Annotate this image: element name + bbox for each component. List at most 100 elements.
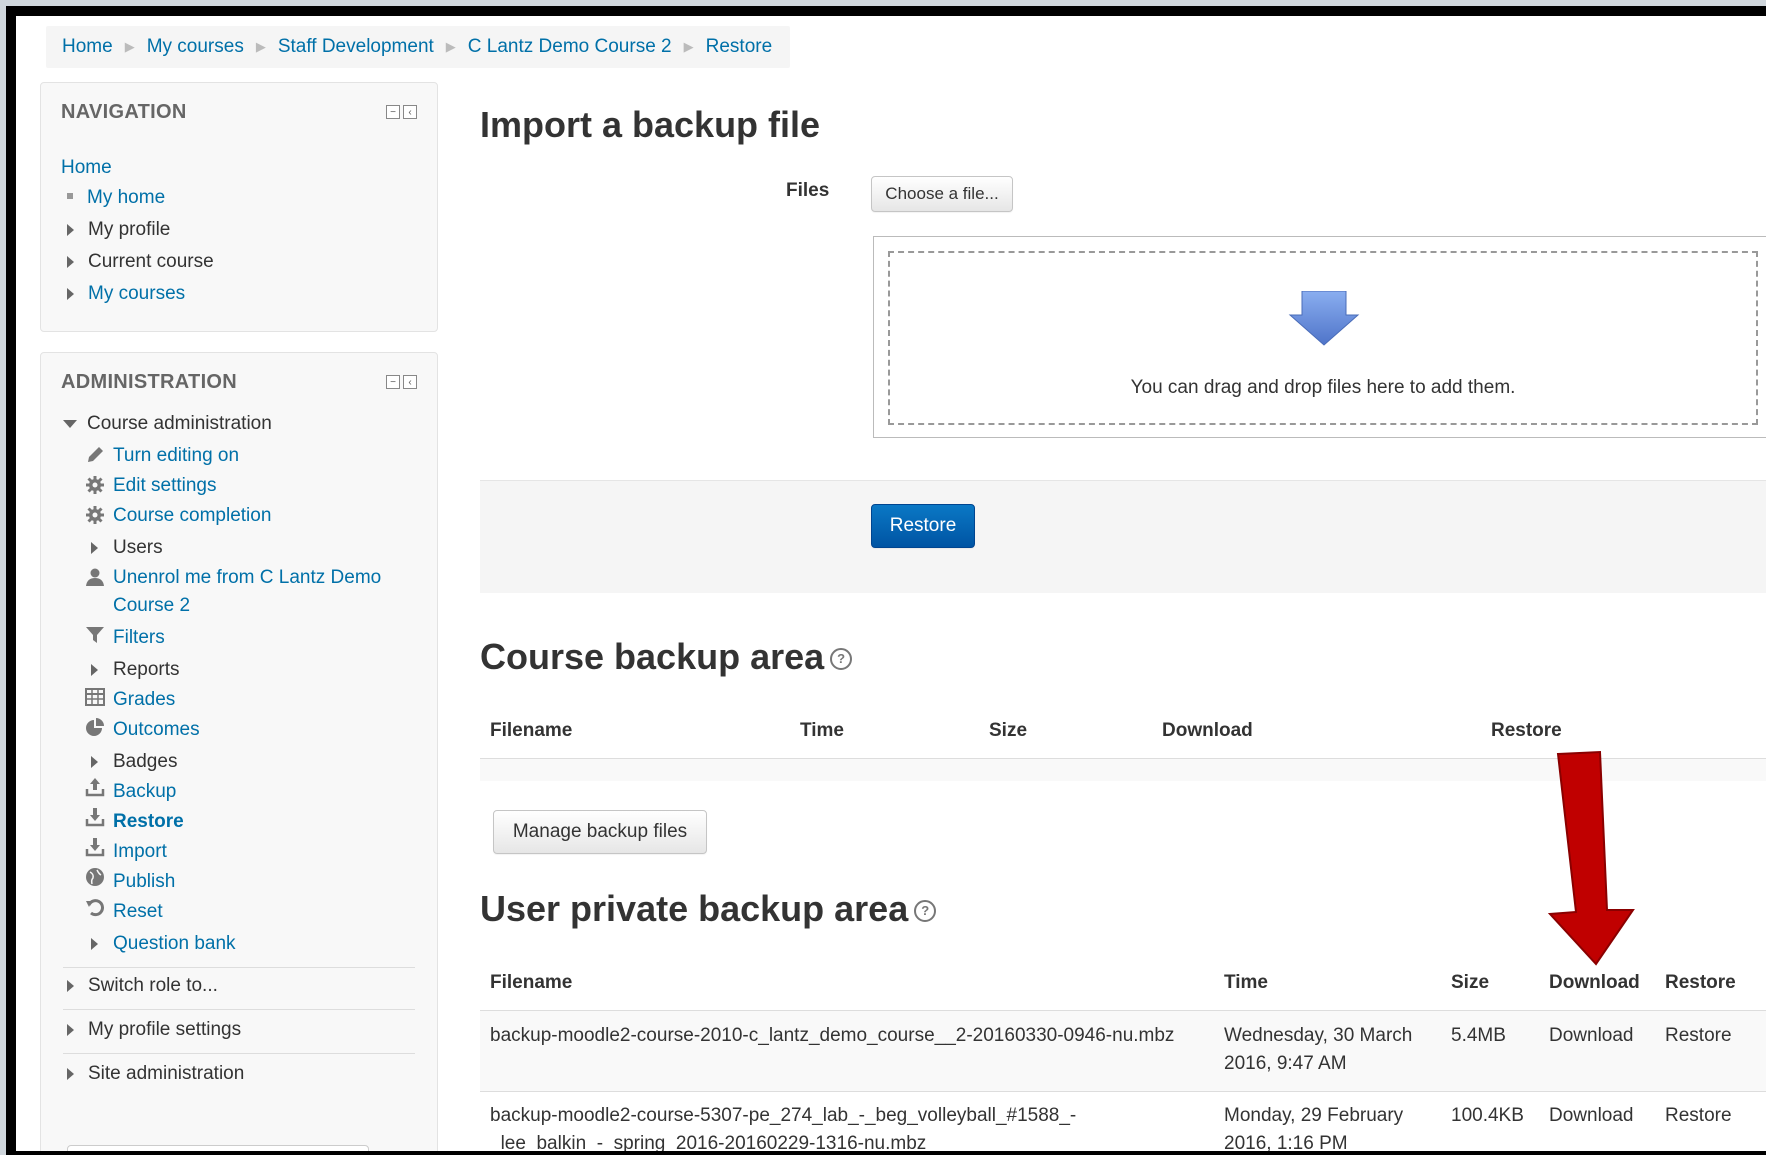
nav-item-label: Current course <box>88 251 214 272</box>
nav-item-label[interactable]: My home <box>87 187 165 208</box>
admin-turn-editing-on[interactable]: Turn editing on <box>113 445 239 467</box>
expand-arrow-icon[interactable] <box>67 287 74 300</box>
course-administration[interactable]: Course administration <box>63 413 272 435</box>
breadcrumb-separator-icon: ▶ <box>683 39 694 54</box>
collapse-icon[interactable]: − <box>386 375 400 389</box>
breadcrumb: Home ▶ My courses ▶ Staff Development ▶ … <box>46 26 791 68</box>
switch-role[interactable]: Switch role to... <box>67 975 218 997</box>
help-icon[interactable]: ? <box>914 900 937 923</box>
dropzone-inner[interactable]: You can drag and drop files here to add … <box>888 251 1758 425</box>
admin-search-input[interactable] <box>67 1145 369 1151</box>
collapse-icon[interactable]: − <box>386 105 400 119</box>
user-icon <box>86 568 104 586</box>
row-time: Wednesday, 30 March <box>1224 1025 1413 1046</box>
nav-item-current-course[interactable]: Current course <box>67 251 214 273</box>
administration-title: ADMINISTRATION <box>61 371 238 393</box>
course-administration-label: Course administration <box>87 413 272 434</box>
breadcrumb-course[interactable]: C Lantz Demo Course 2 <box>468 36 672 58</box>
admin-publish[interactable]: Publish <box>113 871 175 893</box>
course-col-size: Size <box>989 720 1028 741</box>
user-col-download: Download <box>1549 972 1640 993</box>
nav-home[interactable]: Home <box>61 157 112 179</box>
switch-role-label: Switch role to... <box>88 975 218 996</box>
expand-arrow-icon[interactable] <box>91 937 98 950</box>
admin-reset[interactable]: Reset <box>113 901 163 923</box>
admin-grades[interactable]: Grades <box>113 689 175 711</box>
expand-arrow-icon[interactable] <box>67 223 74 236</box>
breadcrumb-separator-icon: ▶ <box>255 39 266 54</box>
course-col-time: Time <box>800 720 845 741</box>
user-backup-heading: User private backup area? <box>480 888 937 930</box>
admin-edit-settings[interactable]: Edit settings <box>113 475 217 497</box>
restore-button[interactable]: Restore <box>871 504 975 548</box>
expand-arrow-icon[interactable] <box>67 255 74 268</box>
nav-item-my-profile[interactable]: My profile <box>67 219 170 241</box>
course-backup-heading: Course backup area? <box>480 636 853 678</box>
expand-arrow-icon[interactable] <box>67 1067 74 1080</box>
nav-item-my-courses[interactable]: My courses <box>67 283 185 305</box>
admin-backup[interactable]: Backup <box>113 781 176 803</box>
admin-import[interactable]: Import <box>113 841 167 863</box>
restore-download-icon <box>85 808 105 827</box>
breadcrumb-my-courses[interactable]: My courses <box>147 36 244 58</box>
nav-item-my-home[interactable]: My home <box>67 187 165 209</box>
admin-unenrol-line2[interactable]: Course 2 <box>113 595 190 617</box>
row-download-link[interactable]: Download <box>1549 1022 1634 1050</box>
course-col-restore: Restore <box>1491 720 1562 741</box>
row-filename: backup-moodle2-course-2010-c_lantz_demo_… <box>490 1025 1175 1046</box>
admin-badges[interactable]: Badges <box>91 751 177 773</box>
globe-icon <box>86 868 104 886</box>
course-col-filename: Filename <box>490 720 573 741</box>
admin-outcomes[interactable]: Outcomes <box>113 719 200 741</box>
admin-reports[interactable]: Reports <box>91 659 180 681</box>
admin-restore[interactable]: Restore <box>113 811 184 833</box>
admin-course-completion[interactable]: Course completion <box>113 505 271 527</box>
row-time: Monday, 29 February <box>1224 1105 1404 1126</box>
admin-question-bank-label[interactable]: Question bank <box>113 933 236 954</box>
collapse-arrow-icon[interactable] <box>63 419 77 428</box>
admin-unenrol[interactable]: Unenrol me from C Lantz Demo <box>113 567 381 589</box>
nav-item-label[interactable]: My courses <box>88 283 185 304</box>
site-administration[interactable]: Site administration <box>67 1063 244 1085</box>
row-restore-link[interactable]: Restore <box>1665 1102 1732 1130</box>
admin-users[interactable]: Users <box>91 537 163 559</box>
expand-arrow-icon[interactable] <box>91 541 98 554</box>
admin-question-bank[interactable]: Question bank <box>91 933 236 955</box>
dropzone-text: You can drag and drop files here to add … <box>1130 377 1516 398</box>
dock-icon[interactable]: ‹ <box>403 375 417 389</box>
outcomes-icon <box>86 718 104 736</box>
my-profile-settings[interactable]: My profile settings <box>67 1019 241 1041</box>
my-profile-settings-label: My profile settings <box>88 1019 242 1040</box>
breadcrumb-restore[interactable]: Restore <box>706 36 773 58</box>
divider <box>63 1009 415 1010</box>
row-filename-line2: _lee_balkin_-_spring_2016-20160229-1316-… <box>490 1133 927 1151</box>
drop-arrow-icon <box>1288 291 1360 346</box>
manage-backup-files-button[interactable]: Manage backup files <box>493 810 707 854</box>
user-col-size: Size <box>1451 972 1490 993</box>
form-actions <box>480 480 1766 593</box>
dock-icon[interactable]: ‹ <box>403 105 417 119</box>
expand-arrow-icon[interactable] <box>91 663 98 676</box>
row-restore-link[interactable]: Restore <box>1665 1022 1732 1050</box>
backup-upload-icon <box>85 778 105 797</box>
choose-file-button[interactable]: Choose a file... <box>871 176 1013 212</box>
expand-arrow-icon[interactable] <box>91 755 98 768</box>
breadcrumb-separator-icon: ▶ <box>124 39 135 54</box>
expand-arrow-icon[interactable] <box>67 1023 74 1036</box>
admin-filters[interactable]: Filters <box>113 627 165 649</box>
site-administration-label: Site administration <box>88 1063 245 1084</box>
user-backup-heading-text: User private backup area <box>480 888 909 929</box>
dropzone[interactable]: You can drag and drop files here to add … <box>873 236 1766 438</box>
course-col-download: Download <box>1162 720 1253 741</box>
breadcrumb-separator-icon: ▶ <box>445 39 456 54</box>
breadcrumb-staff-development[interactable]: Staff Development <box>278 36 434 58</box>
bullet-icon <box>67 193 73 199</box>
row-download-link[interactable]: Download <box>1549 1102 1634 1130</box>
import-heading: Import a backup file <box>480 104 821 145</box>
breadcrumb-home[interactable]: Home <box>62 36 113 58</box>
navigation-title: NAVIGATION <box>61 101 187 123</box>
red-arrow-annotation-icon <box>1547 750 1635 966</box>
window-frame: Home ▶ My courses ▶ Staff Development ▶ … <box>6 6 1766 1155</box>
help-icon[interactable]: ? <box>830 648 853 671</box>
expand-arrow-icon[interactable] <box>67 979 74 992</box>
